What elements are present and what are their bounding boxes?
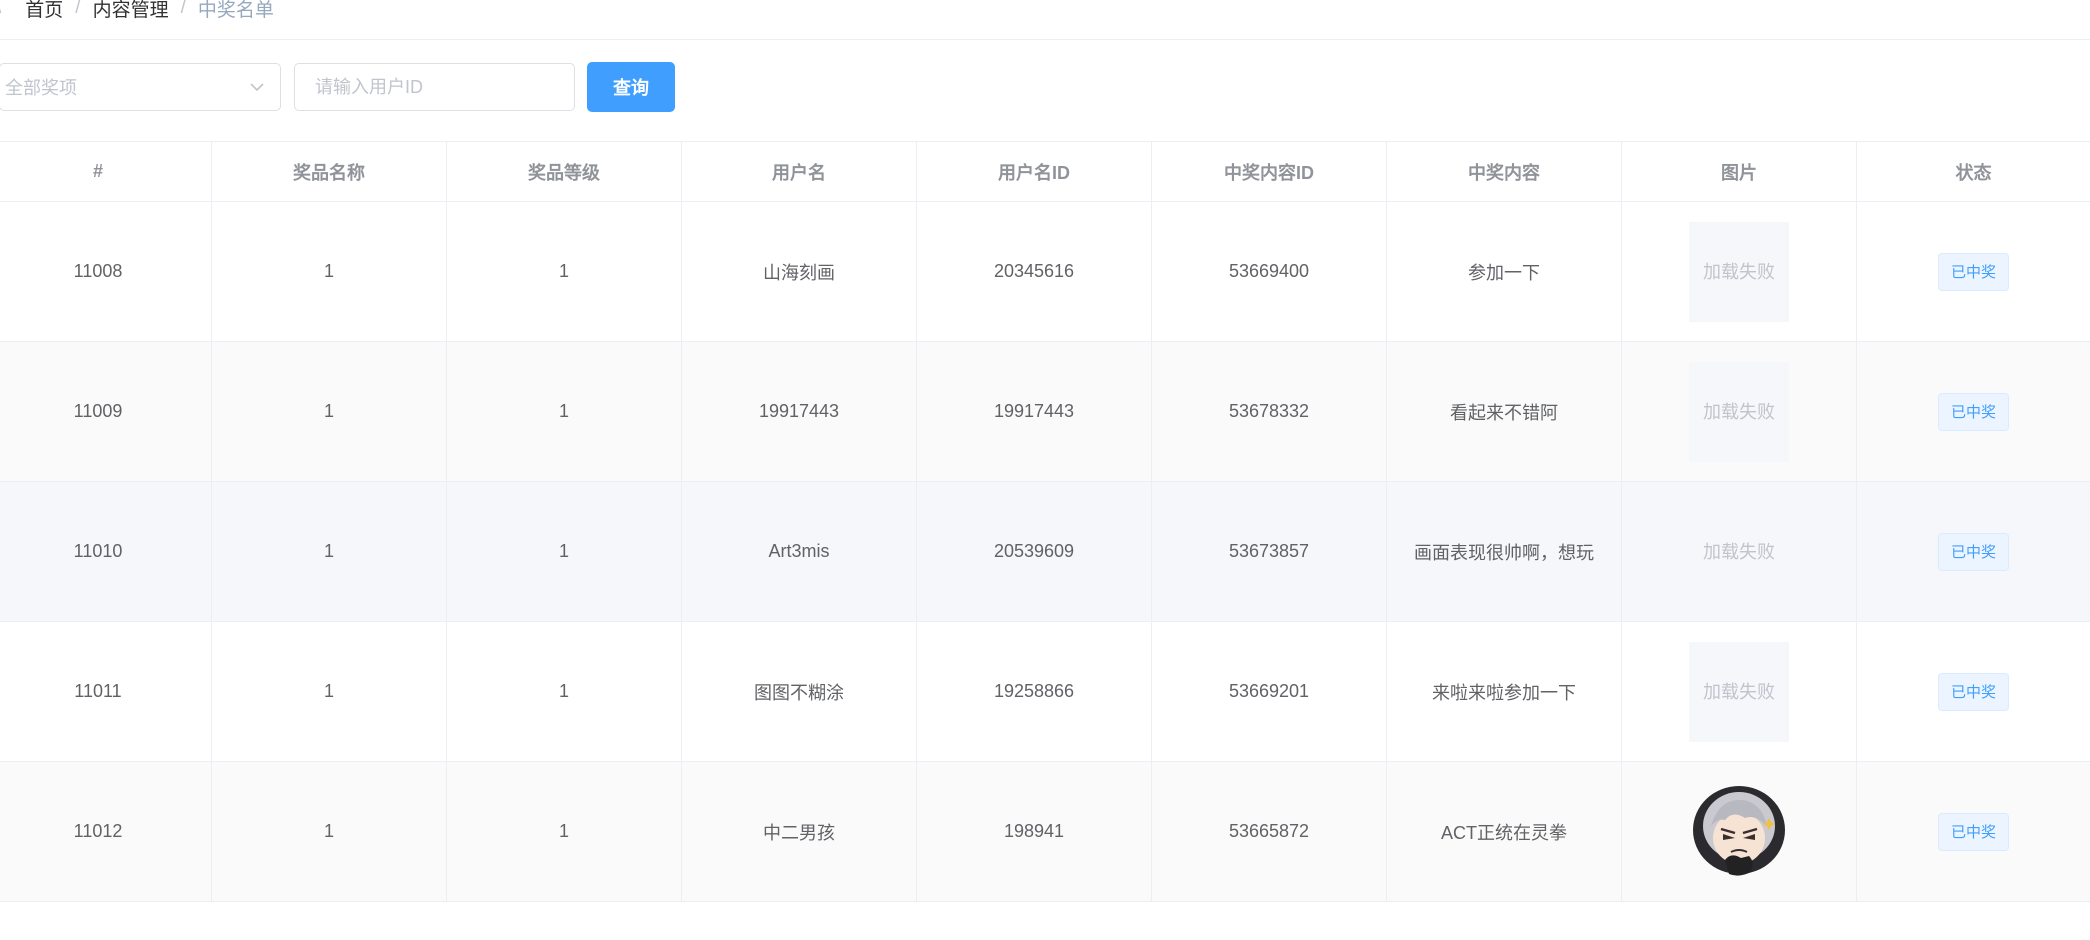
cell-content: 来啦来啦参加一下 xyxy=(1387,622,1622,761)
cell-content-id: 53673857 xyxy=(1152,482,1387,621)
image-load-failed[interactable]: 加载失败 xyxy=(1689,361,1789,462)
cell-prize-name: 1 xyxy=(212,762,447,901)
header-divider xyxy=(0,39,2090,40)
column-header-content: 中奖内容 xyxy=(1387,142,1622,201)
column-header-content-id: 中奖内容ID xyxy=(1152,142,1387,201)
winners-table: # 奖品名称 奖品等级 用户名 用户名ID 中奖内容ID 中奖内容 图片 状态 … xyxy=(0,141,2090,902)
table-header: # 奖品名称 奖品等级 用户名 用户名ID 中奖内容ID 中奖内容 图片 状态 xyxy=(0,142,2090,202)
cell-content-id: 53678332 xyxy=(1152,342,1387,481)
column-header-username: 用户名 xyxy=(682,142,917,201)
cell-status: 已中奖 xyxy=(1857,622,2090,761)
image-load-failed[interactable]: 加载失败 xyxy=(1689,501,1789,602)
cell-index: 11008 xyxy=(0,202,212,341)
cell-prize-name: 1 xyxy=(212,622,447,761)
cell-image: 加载失败 xyxy=(1622,342,1857,481)
cell-image: 加载失败 xyxy=(1622,202,1857,341)
cell-index: 11009 xyxy=(0,342,212,481)
status-badge: 已中奖 xyxy=(1937,252,2009,291)
cell-user-id: 19917443 xyxy=(917,342,1152,481)
cell-index: 11012 xyxy=(0,762,212,901)
column-header-index: # xyxy=(0,142,212,201)
cell-content: 参加一下 xyxy=(1387,202,1622,341)
prize-select[interactable]: 全部奖项 xyxy=(0,63,281,111)
cell-index: 11011 xyxy=(0,622,212,761)
image-load-failed[interactable]: 加载失败 xyxy=(1689,641,1789,742)
search-button[interactable]: 查询 xyxy=(587,62,675,112)
cell-user-id: 20539609 xyxy=(917,482,1152,621)
table-row: 11012 1 1 中二男孩 198941 53665872 ACT正统在灵拳 xyxy=(0,762,2090,902)
image-load-failed[interactable]: 加载失败 xyxy=(1689,221,1789,322)
cell-username: Art3mis xyxy=(682,482,917,621)
status-badge: 已中奖 xyxy=(1937,812,2009,851)
column-header-user-id: 用户名ID xyxy=(917,142,1152,201)
table-row: 11009 1 1 19917443 19917443 53678332 看起来… xyxy=(0,342,2090,482)
cell-username: 图图不糊涂 xyxy=(682,622,917,761)
breadcrumb-edge: \ xyxy=(0,0,1,19)
cell-username: 19917443 xyxy=(682,342,917,481)
breadcrumb-separator: / xyxy=(180,0,186,18)
cell-status: 已中奖 xyxy=(1857,342,2090,481)
column-header-status: 状态 xyxy=(1955,162,1992,183)
cell-image: 加载失败 xyxy=(1622,622,1857,761)
cell-prize-level: 1 xyxy=(447,482,682,621)
cell-image: 加载失败 xyxy=(1622,482,1857,621)
cell-prize-name: 1 xyxy=(212,202,447,341)
cell-index: 11010 xyxy=(0,482,212,621)
cell-content-id: 53665872 xyxy=(1152,762,1387,901)
cell-status: 已中奖 xyxy=(1857,482,2090,621)
cell-status: 已中奖 xyxy=(1857,762,2090,901)
cell-image xyxy=(1622,762,1857,901)
cell-content-id: 53669201 xyxy=(1152,622,1387,761)
table-row: 11010 1 1 Art3mis 20539609 53673857 画面表现… xyxy=(0,482,2090,622)
cell-content: ACT正统在灵拳 xyxy=(1387,762,1622,901)
cell-prize-level: 1 xyxy=(447,622,682,761)
table-row: 11011 1 1 图图不糊涂 19258866 53669201 来啦来啦参加… xyxy=(0,622,2090,762)
status-badge: 已中奖 xyxy=(1937,392,2009,431)
cell-prize-level: 1 xyxy=(447,202,682,341)
breadcrumb-home[interactable]: 首页 xyxy=(25,0,63,22)
column-header-image: 图片 xyxy=(1622,142,1857,201)
cell-content: 画面表现很帅啊，想玩 xyxy=(1387,482,1622,621)
cell-username: 中二男孩 xyxy=(682,762,917,901)
cell-user-id: 20345616 xyxy=(917,202,1152,341)
cell-prize-level: 1 xyxy=(447,762,682,901)
cell-username: 山海刻画 xyxy=(682,202,917,341)
cell-prize-name: 1 xyxy=(212,482,447,621)
cell-content-id: 53669400 xyxy=(1152,202,1387,341)
filter-bar: 全部奖项 查询 xyxy=(0,62,675,112)
status-badge: 已中奖 xyxy=(1937,532,2009,571)
cell-user-id: 198941 xyxy=(917,762,1152,901)
prize-select-value: 全部奖项 xyxy=(5,78,77,98)
breadcrumb-content-management[interactable]: 内容管理 xyxy=(93,0,169,22)
cell-user-id: 19258866 xyxy=(917,622,1152,761)
cell-status: 已中奖 xyxy=(1857,202,2090,341)
cell-prize-level: 1 xyxy=(447,342,682,481)
avatar-image[interactable] xyxy=(1689,782,1789,882)
chevron-down-icon xyxy=(250,83,264,92)
user-id-input[interactable] xyxy=(294,63,575,111)
page: \ 首页 / 内容管理 / 中奖名单 全部奖项 查询 # 奖品名称 奖品等级 用… xyxy=(0,0,2090,940)
breadcrumb: \ 首页 / 内容管理 / 中奖名单 xyxy=(0,0,274,25)
breadcrumb-current: 中奖名单 xyxy=(197,0,274,21)
table-row: 11008 1 1 山海刻画 20345616 53669400 参加一下 加载… xyxy=(0,202,2090,342)
breadcrumb-separator: / xyxy=(75,0,81,18)
cell-content: 看起来不错阿 xyxy=(1387,342,1622,481)
cell-prize-name: 1 xyxy=(212,342,447,481)
column-header-prize-name: 奖品名称 xyxy=(212,142,447,201)
column-header-prize-level: 奖品等级 xyxy=(447,142,682,201)
status-badge: 已中奖 xyxy=(1937,672,2009,711)
